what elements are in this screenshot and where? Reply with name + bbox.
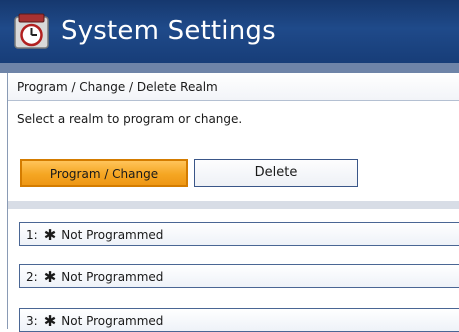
instruction-text: Select a realm to program or change. [17,112,243,126]
title-bar: System Settings [0,0,459,63]
section-divider [8,201,459,209]
header-divider [0,63,459,73]
realm-status: Not Programmed [61,314,164,328]
realm-item-1[interactable]: 1: ✱ Not Programmed [19,222,459,246]
asterisk-icon: ✱ [43,226,57,244]
realm-number: 1: [26,228,38,242]
asterisk-icon: ✱ [43,312,57,330]
delete-button[interactable]: Delete [194,159,358,187]
realm-status: Not Programmed [61,270,164,284]
settings-panel: Program / Change / Delete Realm Select a… [7,73,459,332]
realm-number: 3: [26,314,38,328]
asterisk-icon: ✱ [43,268,57,286]
realm-status: Not Programmed [61,228,164,242]
program-change-button[interactable]: Program / Change [20,159,188,187]
realm-item-2[interactable]: 2: ✱ Not Programmed [19,264,459,288]
window-title: System Settings [61,16,276,46]
realm-number: 2: [26,270,38,284]
realm-item-3[interactable]: 3: ✱ Not Programmed [19,308,459,332]
settings-clock-icon [14,13,49,49]
breadcrumb: Program / Change / Delete Realm [8,73,459,101]
